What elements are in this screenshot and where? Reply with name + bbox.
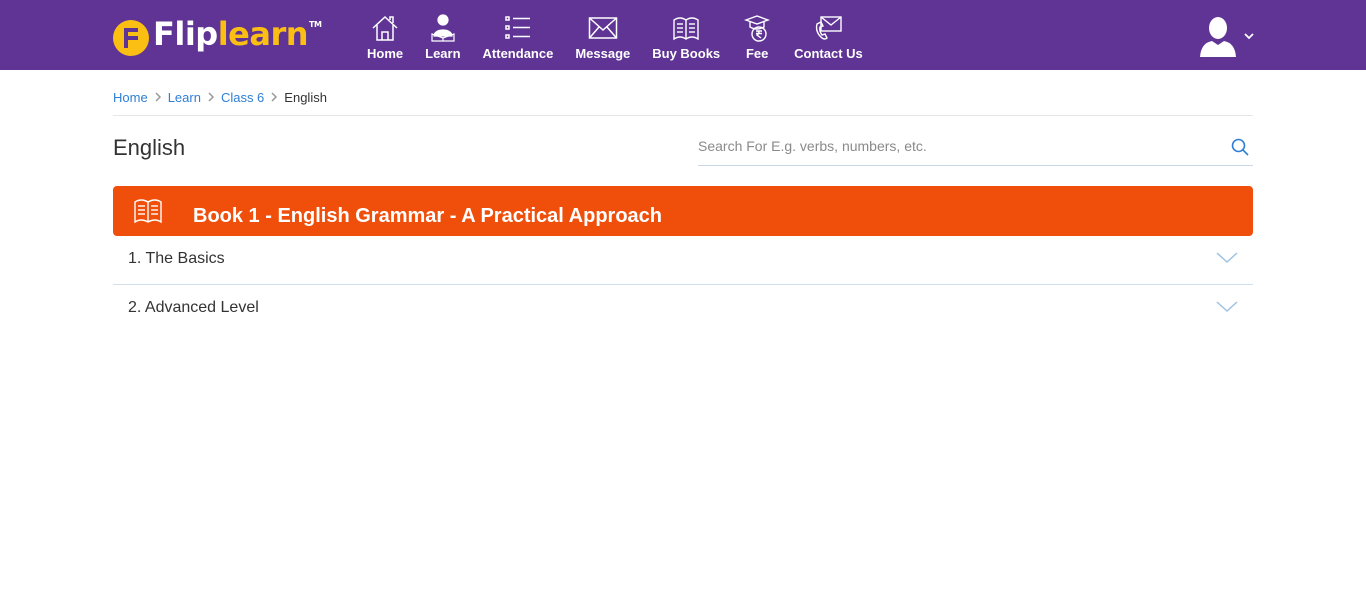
chapter-item[interactable]: 1. The Basics: [113, 236, 1253, 285]
nav-label: Home: [367, 46, 404, 61]
top-navigation-bar: FliplearnTM Home Learn Attendance Messag…: [0, 0, 1366, 70]
avatar-icon: [1200, 17, 1236, 57]
book-header[interactable]: Book 1 - English Grammar - A Practical A…: [113, 186, 1253, 236]
main-nav: Home Learn Attendance Message Buy Books …: [356, 14, 874, 64]
chevron-down-icon: [1216, 252, 1238, 264]
logo-text-flip: Flip: [153, 14, 218, 53]
logo-mark-icon: [113, 20, 149, 56]
fliplearn-logo[interactable]: FliplearnTM: [113, 15, 322, 58]
nav-label: Fee: [745, 46, 769, 61]
nav-attendance[interactable]: Attendance: [472, 14, 565, 64]
chapter-item[interactable]: 2. Advanced Level: [113, 285, 1253, 334]
nav-label: Attendance: [482, 46, 554, 61]
message-icon: [588, 17, 618, 39]
fee-icon: [744, 15, 771, 42]
chevron-right-icon: [155, 92, 161, 102]
buy-books-icon: [673, 17, 699, 41]
chevron-down-icon: [1216, 301, 1238, 313]
nav-contact-us[interactable]: Contact Us: [783, 14, 874, 64]
contact-us-icon: [816, 16, 843, 40]
nav-label: Contact Us: [794, 46, 863, 61]
logo-text: FliplearnTM: [153, 14, 322, 63]
breadcrumb: Home Learn Class 6 English: [113, 88, 327, 106]
search-box: [698, 130, 1253, 166]
nav-message[interactable]: Message: [564, 14, 641, 64]
nav-learn[interactable]: Learn: [414, 14, 471, 64]
breadcrumb-home[interactable]: Home: [113, 90, 148, 105]
nav-label: Learn: [425, 46, 461, 61]
page-title: English: [113, 135, 186, 160]
logo-text-learn: learn: [217, 14, 309, 53]
breadcrumb-class[interactable]: Class 6: [221, 90, 264, 105]
breadcrumb-learn[interactable]: Learn: [168, 90, 201, 105]
user-menu[interactable]: [1198, 14, 1256, 58]
chevron-right-icon: [271, 92, 278, 102]
chapter-label: 2. Advanced Level: [128, 299, 259, 316]
nav-fee[interactable]: Fee: [731, 14, 783, 64]
chevron-down-icon: [1244, 33, 1254, 40]
nav-label: Buy Books: [652, 46, 721, 61]
nav-home[interactable]: Home: [356, 14, 414, 64]
search-input[interactable]: [698, 130, 1218, 162]
learn-icon: [431, 14, 455, 42]
chapter-label: 1. The Basics: [128, 250, 225, 267]
nav-buy-books[interactable]: Buy Books: [641, 14, 731, 64]
breadcrumb-divider: [113, 115, 1253, 116]
breadcrumb-current: English: [284, 89, 327, 105]
logo-trademark: TM: [309, 19, 322, 29]
attendance-icon: [505, 16, 530, 39]
nav-label: Message: [575, 46, 631, 61]
book-title: Book 1 - English Grammar - A Practical A…: [193, 205, 663, 227]
search-icon[interactable]: [1231, 138, 1249, 156]
open-book-icon: [134, 199, 162, 224]
chevron-right-icon: [208, 92, 214, 102]
home-icon: [372, 15, 398, 41]
